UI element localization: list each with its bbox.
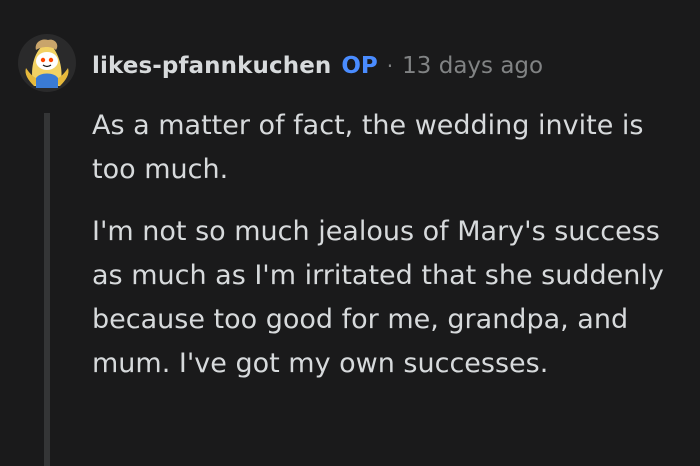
comment-header: likes-pfannkuchen OP · 13 days ago: [92, 48, 543, 84]
op-badge: OP: [341, 53, 378, 79]
thread-collapse-line[interactable]: [44, 113, 50, 466]
username-link[interactable]: likes-pfannkuchen: [92, 53, 331, 79]
snoo-banana-avatar-icon: [25, 39, 69, 88]
comment-body: As a matter of fact, the wedding invite …: [92, 104, 682, 386]
separator-dot: ·: [386, 54, 394, 78]
comment-paragraph: As a matter of fact, the wedding invite …: [92, 110, 644, 185]
comment-timestamp[interactable]: 13 days ago: [402, 53, 543, 79]
comment-paragraph: I'm not so much jealous of Mary's succes…: [92, 216, 664, 379]
user-avatar-icon[interactable]: [18, 34, 76, 92]
